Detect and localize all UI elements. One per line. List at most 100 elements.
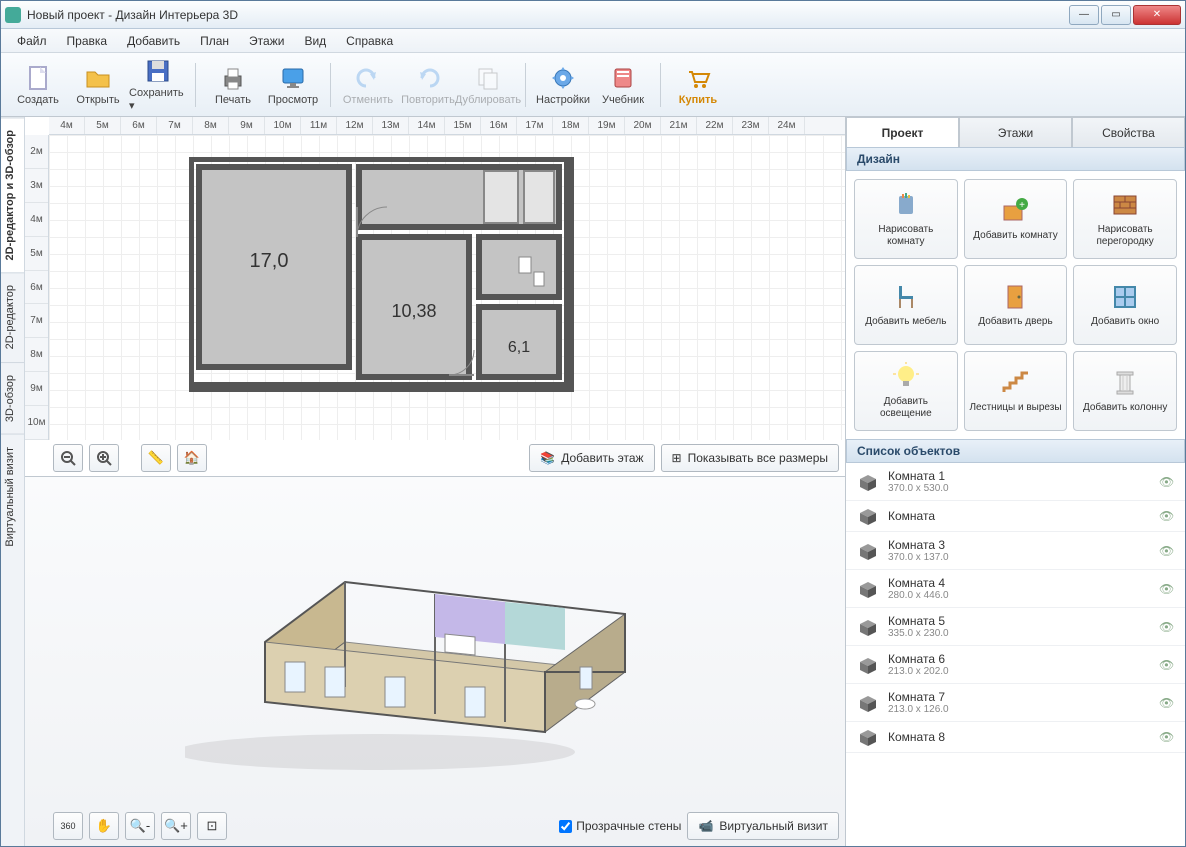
addroom-icon: + — [1000, 196, 1030, 226]
list-item[interactable]: Комната 3370.0 x 137.0👁 — [846, 532, 1185, 570]
list-item[interactable]: Комната 8👁 — [846, 722, 1185, 753]
menu-План[interactable]: План — [192, 31, 237, 51]
menu-Справка[interactable]: Справка — [338, 31, 401, 51]
add-window-button[interactable]: Добавить окно — [1073, 265, 1177, 345]
zoom-out-button[interactable] — [53, 444, 83, 472]
titlebar: Новый проект - Дизайн Интерьера 3D — ▭ ✕ — [1, 1, 1185, 29]
app-window: Новый проект - Дизайн Интерьера 3D — ▭ ✕… — [0, 0, 1186, 847]
add-furniture-button[interactable]: Добавить мебель — [854, 265, 958, 345]
tab-Свойства[interactable]: Свойства — [1072, 117, 1185, 147]
file-icon — [24, 64, 52, 92]
minimize-button[interactable]: — — [1069, 5, 1099, 25]
zoom-in-button[interactable] — [89, 444, 119, 472]
settings-button[interactable]: Настройки — [534, 57, 592, 113]
view-3d-toolbar: 360 ✋ 🔍- 🔍+ ⊡ Прозрачные стены 📹Виртуаль… — [53, 812, 839, 840]
transparent-walls-checkbox[interactable]: Прозрачные стены — [559, 819, 681, 833]
draw-wall-button[interactable]: Нарисовать перегородку — [1073, 179, 1177, 259]
cube-icon — [856, 473, 880, 491]
zoom-fit-button[interactable]: ⊡ — [197, 812, 227, 840]
tab-Проект[interactable]: Проект — [846, 117, 959, 147]
side-tab-0[interactable]: 2D-редактор и 3D-обзор — [1, 117, 24, 272]
side-tab-3[interactable]: Виртуальный визит — [1, 434, 24, 559]
side-tab-1[interactable]: 2D-редактор — [1, 272, 24, 361]
visibility-icon[interactable]: 👁 — [1159, 582, 1175, 596]
show-dimensions-button[interactable]: ⊞Показывать все размеры — [661, 444, 839, 472]
rotate-360-button[interactable]: 360 — [53, 812, 83, 840]
list-item[interactable]: Комната 1370.0 x 530.0👁 — [846, 463, 1185, 501]
maximize-button[interactable]: ▭ — [1101, 5, 1131, 25]
list-item[interactable]: Комната 6213.0 x 202.0👁 — [846, 646, 1185, 684]
preview-button[interactable]: Просмотр — [264, 57, 322, 113]
redo-icon — [414, 64, 442, 92]
svg-text:6,1: 6,1 — [508, 339, 530, 356]
visibility-icon[interactable]: 👁 — [1159, 544, 1175, 558]
add-column-button[interactable]: Добавить колонну — [1073, 351, 1177, 431]
add-light-button[interactable]: Добавить освещение — [854, 351, 958, 431]
menu-Правка[interactable]: Правка — [59, 31, 116, 51]
visibility-icon[interactable]: 👁 — [1159, 658, 1175, 672]
side-tabs: 2D-редактор и 3D-обзор2D-редактор3D-обзо… — [1, 117, 25, 846]
window-title: Новый проект - Дизайн Интерьера 3D — [27, 8, 1069, 22]
right-panel: ПроектЭтажиСвойства Дизайн Нарисовать ко… — [845, 117, 1185, 846]
canvas-column: 4м5м6м7м8м9м10м11м12м13м14м15м16м17м18м1… — [25, 117, 845, 846]
plan-canvas[interactable]: 17,0 10,38 6,1 — [49, 135, 845, 440]
view-2d-toolbar: 📏 🏠 📚Добавить этаж ⊞Показывать все разме… — [53, 444, 839, 472]
home-button[interactable]: 🏠 — [177, 444, 207, 472]
add-room-button[interactable]: +Добавить комнату — [964, 179, 1068, 259]
object-list[interactable]: Комната 1370.0 x 530.0👁Комната👁Комната 3… — [846, 463, 1185, 846]
floor-plan[interactable]: 17,0 10,38 6,1 — [189, 157, 589, 407]
list-item[interactable]: Комната 5335.0 x 230.0👁 — [846, 608, 1185, 646]
visibility-icon[interactable]: 👁 — [1159, 509, 1175, 523]
list-item[interactable]: Комната👁 — [846, 501, 1185, 532]
save-button[interactable]: Сохранить ▾ — [129, 57, 187, 113]
visibility-icon[interactable]: 👁 — [1159, 620, 1175, 634]
chair-icon — [891, 282, 921, 312]
book-icon — [609, 64, 637, 92]
redo-button: Повторить — [399, 57, 457, 113]
tutorial-button[interactable]: Учебник — [594, 57, 652, 113]
menu-Вид[interactable]: Вид — [296, 31, 334, 51]
tab-Этажи[interactable]: Этажи — [959, 117, 1072, 147]
list-item[interactable]: Комната 7213.0 x 126.0👁 — [846, 684, 1185, 722]
measure-button[interactable]: 📏 — [141, 444, 171, 472]
zoom-out-3d-button[interactable]: 🔍- — [125, 812, 155, 840]
main-area: 2D-редактор и 3D-обзор2D-редактор3D-обзо… — [1, 117, 1185, 846]
app-icon — [5, 7, 21, 23]
zoom-in-3d-button[interactable]: 🔍+ — [161, 812, 191, 840]
side-tab-2[interactable]: 3D-обзор — [1, 362, 24, 434]
close-button[interactable]: ✕ — [1133, 5, 1181, 25]
cart-icon — [684, 64, 712, 92]
open-button[interactable]: Открыть — [69, 57, 127, 113]
visibility-icon[interactable]: 👁 — [1159, 475, 1175, 489]
door-icon — [1000, 282, 1030, 312]
menu-Этажи[interactable]: Этажи — [241, 31, 292, 51]
print-button[interactable]: Печать — [204, 57, 262, 113]
visibility-icon[interactable]: 👁 — [1159, 696, 1175, 710]
draw-room-button[interactable]: Нарисовать комнату — [854, 179, 958, 259]
add-door-button[interactable]: Добавить дверь — [964, 265, 1068, 345]
gear-icon — [549, 64, 577, 92]
cube-icon — [856, 656, 880, 674]
menu-Файл[interactable]: Файл — [9, 31, 55, 51]
svg-text:+: + — [1020, 200, 1026, 211]
bulb-icon — [891, 362, 921, 392]
add-floor-button[interactable]: 📚Добавить этаж — [529, 444, 654, 472]
undo-icon — [354, 64, 382, 92]
view-2d: 4м5м6м7м8м9м10м11м12м13м14м15м16м17м18м1… — [25, 117, 845, 477]
create-button[interactable]: Создать — [9, 57, 67, 113]
buy-button[interactable]: Купить — [669, 57, 727, 113]
visibility-icon[interactable]: 👁 — [1159, 730, 1175, 744]
menu-Добавить[interactable]: Добавить — [119, 31, 188, 51]
stairs-button[interactable]: Лестницы и вырезы — [964, 351, 1068, 431]
ruler-horizontal: 4м5м6м7м8м9м10м11м12м13м14м15м16м17м18м1… — [49, 117, 845, 135]
svg-text:10,38: 10,38 — [391, 301, 436, 321]
cube-icon — [856, 542, 880, 560]
design-tools-grid: Нарисовать комнату+Добавить комнатуНарис… — [846, 171, 1185, 439]
render-3d — [185, 522, 685, 802]
view-3d[interactable]: 360 ✋ 🔍- 🔍+ ⊡ Прозрачные стены 📹Виртуаль… — [25, 477, 845, 846]
virtual-visit-button[interactable]: 📹Виртуальный визит — [687, 812, 839, 840]
folder-icon — [84, 64, 112, 92]
list-item[interactable]: Комната 4280.0 x 446.0👁 — [846, 570, 1185, 608]
toolbar: СоздатьОткрытьСохранить ▾ПечатьПросмотрО… — [1, 53, 1185, 117]
pan-button[interactable]: ✋ — [89, 812, 119, 840]
